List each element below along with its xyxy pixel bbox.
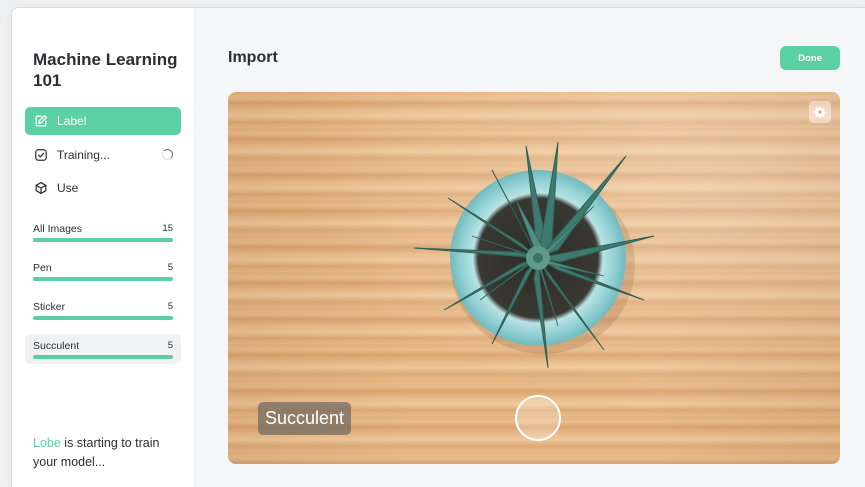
label-row-all-images[interactable]: All Images 15: [25, 217, 181, 247]
training-status-message: Lobe is starting to train your model...: [33, 434, 183, 472]
label-progress-bar: [33, 238, 173, 242]
prediction-label[interactable]: Succulent: [258, 402, 352, 435]
nav-item-label[interactable]: Label: [25, 107, 181, 135]
nav-item-use[interactable]: Use: [25, 174, 181, 202]
nav-item-training-text: Training...: [57, 148, 110, 162]
sidebar: Machine Learning 101 Label Training... U…: [12, 8, 193, 487]
page-title: Import: [228, 49, 278, 66]
label-name: Pen: [33, 262, 52, 274]
label-name: Sticker: [33, 301, 66, 313]
label-count: 5: [167, 340, 173, 351]
cube-icon: [34, 181, 48, 195]
nav-item-use-text: Use: [57, 181, 79, 195]
settings-button[interactable]: [809, 101, 831, 123]
label-name: Succulent: [33, 340, 80, 352]
label-progress-bar: [33, 316, 173, 320]
label-name: All Images: [33, 223, 83, 235]
label-row-sticker[interactable]: Sticker 5: [25, 295, 181, 325]
nav-item-training[interactable]: Training...: [25, 141, 181, 169]
loading-spinner-icon: [162, 149, 173, 160]
succulent-photo: [413, 141, 655, 369]
lobe-brand-text: Lobe: [33, 436, 61, 450]
label-progress-bar: [33, 355, 173, 359]
label-count: 5: [167, 262, 173, 273]
capture-button[interactable]: [515, 395, 561, 441]
gear-icon: [814, 106, 826, 118]
label-count: 5: [167, 301, 173, 312]
label-row-succulent[interactable]: Succulent 5: [25, 334, 181, 364]
label-progress-bar: [33, 277, 173, 281]
project-title: Machine Learning 101: [33, 50, 178, 90]
image-preview: Succulent: [228, 92, 840, 464]
main-panel: Import Done Succulent: [193, 8, 865, 487]
check-square-icon: [34, 148, 48, 162]
app-window: Machine Learning 101 Label Training... U…: [12, 8, 865, 487]
label-row-pen[interactable]: Pen 5: [25, 256, 181, 286]
edit-icon: [34, 114, 48, 128]
label-count: 15: [162, 223, 173, 234]
done-button[interactable]: Done: [780, 46, 840, 70]
nav-item-label-text: Label: [57, 114, 87, 128]
